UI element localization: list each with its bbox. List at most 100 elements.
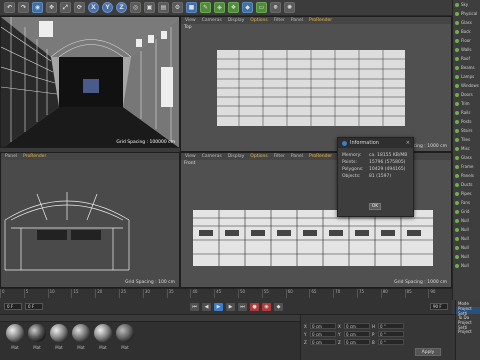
go-to-start-icon[interactable]: ⏮ <box>190 302 199 311</box>
object-row[interactable]: Ducts <box>453 180 480 189</box>
object-visibility-icon[interactable] <box>455 119 459 124</box>
object-row[interactable]: Roof <box>453 54 480 63</box>
object-visibility-icon[interactable] <box>455 254 459 259</box>
redo-icon[interactable]: ↷ <box>18 2 29 13</box>
object-row[interactable]: Beams <box>453 63 480 72</box>
object-row[interactable]: Misc <box>453 144 480 153</box>
material-swatch[interactable] <box>94 324 112 342</box>
z-axis-icon[interactable]: Z <box>116 2 127 13</box>
object-row[interactable]: Rails <box>453 108 480 117</box>
menu-prorender[interactable]: ProRender <box>309 18 332 23</box>
start-frame-field[interactable]: 0 F <box>4 303 22 310</box>
object-row[interactable]: Frame <box>453 162 480 171</box>
scale-z-field[interactable]: 0 cm <box>344 339 370 345</box>
object-row[interactable]: Floor <box>453 36 480 45</box>
menu-filter[interactable]: Filter <box>274 18 285 23</box>
render-picture-viewer-icon[interactable]: ▤ <box>158 2 169 13</box>
cube-icon[interactable]: ■ <box>186 2 197 13</box>
object-visibility-icon[interactable] <box>455 245 459 250</box>
scale-icon[interactable]: ⤢ <box>60 2 71 13</box>
object-row[interactable]: Walls <box>453 45 480 54</box>
object-visibility-icon[interactable] <box>455 137 459 142</box>
menu-options[interactable]: Options <box>250 18 267 23</box>
object-visibility-icon[interactable] <box>455 146 459 151</box>
object-visibility-icon[interactable] <box>455 47 459 52</box>
menu-view[interactable]: View <box>185 18 196 23</box>
keyframe-icon[interactable]: ◆ <box>274 302 283 311</box>
object-row[interactable]: Stairs <box>453 126 480 135</box>
menu-display[interactable]: Display <box>228 18 245 23</box>
object-row[interactable]: Grid <box>453 207 480 216</box>
object-row[interactable]: Doors <box>453 90 480 99</box>
menu-options[interactable]: Options <box>250 154 267 159</box>
object-row[interactable]: Null <box>453 216 480 225</box>
object-row[interactable]: Null <box>453 252 480 261</box>
material-swatch[interactable] <box>72 324 90 342</box>
dialog-titlebar[interactable]: Information <box>338 138 413 148</box>
camera-icon[interactable]: ⌾ <box>270 2 281 13</box>
object-visibility-icon[interactable] <box>455 191 459 196</box>
top-viewport[interactable]: View Cameras Display Options Filter Pane… <box>180 16 452 152</box>
object-row[interactable]: Tiles <box>453 135 480 144</box>
attr-tab[interactable]: Project Setti <box>456 306 480 316</box>
attr-tab[interactable]: Project Setti <box>456 320 480 330</box>
rotation-b-field[interactable]: 0 ° <box>378 339 404 345</box>
object-visibility-icon[interactable] <box>455 209 459 214</box>
object-row[interactable]: Posts <box>453 117 480 126</box>
menu-panel[interactable]: Panel <box>5 154 17 159</box>
object-row[interactable]: Null <box>453 225 480 234</box>
x-axis-icon[interactable]: X <box>88 2 99 13</box>
subdivision-icon[interactable]: ◈ <box>214 2 225 13</box>
object-visibility-icon[interactable] <box>455 128 459 133</box>
object-visibility-icon[interactable] <box>455 92 459 97</box>
apply-button[interactable]: Apply <box>415 348 441 356</box>
object-visibility-icon[interactable] <box>455 101 459 106</box>
object-visibility-icon[interactable] <box>455 11 459 16</box>
render-view-icon[interactable]: ▣ <box>144 2 155 13</box>
object-visibility-icon[interactable] <box>455 182 459 187</box>
object-visibility-icon[interactable] <box>455 38 459 43</box>
scale-y-field[interactable]: 0 cm <box>344 331 370 337</box>
object-row[interactable]: Glass <box>453 18 480 27</box>
object-row[interactable]: Back <box>453 27 480 36</box>
object-visibility-icon[interactable] <box>455 20 459 25</box>
object-visibility-icon[interactable] <box>455 236 459 241</box>
object-visibility-icon[interactable] <box>455 74 459 79</box>
deformer-icon[interactable]: ◆ <box>242 2 253 13</box>
position-z-field[interactable]: 0 cm <box>310 339 336 345</box>
position-y-field[interactable]: 0 cm <box>310 331 336 337</box>
object-row[interactable]: Lamps <box>453 72 480 81</box>
current-frame-field[interactable]: 0 F <box>25 303 43 310</box>
rotate-icon[interactable]: ⟳ <box>74 2 85 13</box>
menu-panel[interactable]: Panel <box>291 18 303 23</box>
timeline-ruler[interactable]: 0 5 10 15 20 25 30 35 40 45 50 55 60 65 70 75 80 85 90 <box>0 289 452 298</box>
autokey-icon[interactable]: ◉ <box>262 302 271 311</box>
object-visibility-icon[interactable] <box>455 263 459 268</box>
object-visibility-icon[interactable] <box>455 227 459 232</box>
object-visibility-icon[interactable] <box>455 110 459 115</box>
step-forward-icon[interactable]: ▶ <box>226 302 235 311</box>
menu-display[interactable]: Display <box>228 154 245 159</box>
array-icon[interactable]: ❖ <box>228 2 239 13</box>
step-back-icon[interactable]: ◀ <box>202 302 211 311</box>
scale-x-field[interactable]: 0 cm <box>344 323 370 329</box>
object-row[interactable]: Null <box>453 234 480 243</box>
material-swatch[interactable] <box>116 324 134 342</box>
undo-icon[interactable]: ↶ <box>4 2 15 13</box>
object-row[interactable]: Pipes <box>453 189 480 198</box>
go-to-end-icon[interactable]: ⏭ <box>238 302 247 311</box>
live-select-icon[interactable]: ◉ <box>32 2 43 13</box>
ok-button[interactable]: OK <box>369 203 381 210</box>
floor-icon[interactable]: ▭ <box>256 2 267 13</box>
object-visibility-icon[interactable] <box>455 173 459 178</box>
perspective-viewport[interactable]: Grid Spacing : 100000 cm <box>0 16 180 148</box>
menu-prorender[interactable]: ProRender <box>23 154 46 159</box>
object-row[interactable]: Glass <box>453 153 480 162</box>
object-row[interactable]: Null <box>453 261 480 270</box>
y-axis-icon[interactable]: Y <box>102 2 113 13</box>
right-viewport[interactable]: Panel ProRender Grid Spacing : 100 cm <box>0 152 180 288</box>
play-icon[interactable]: ▶ <box>214 302 223 311</box>
menu-cameras[interactable]: Cameras <box>202 18 222 23</box>
object-visibility-icon[interactable] <box>455 155 459 160</box>
menu-prorender[interactable]: ProRender <box>309 154 332 159</box>
